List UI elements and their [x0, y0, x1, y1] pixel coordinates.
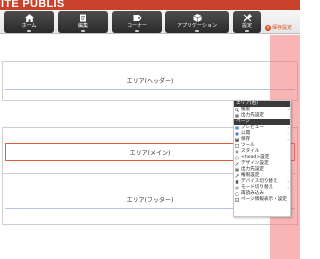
output-icon — [235, 168, 239, 172]
corner-dropdown-indicator — [135, 30, 139, 32]
menu-item-label: 出力先設定 — [241, 167, 264, 172]
application-button-label: アプリケーション — [177, 23, 217, 29]
brand-bar: ITE PUBLIS — [0, 0, 300, 10]
settings-button[interactable]: 設定 — [233, 11, 261, 33]
home-button[interactable]: ホーム — [4, 11, 54, 33]
application-dropdown-indicator — [195, 30, 199, 32]
publish-icon — [235, 132, 239, 136]
menu-item-label: モード切り替え — [241, 185, 274, 190]
header-area[interactable]: エリア(ヘッダー) — [2, 61, 298, 101]
output-icon — [235, 114, 239, 118]
permission-icon — [235, 174, 239, 178]
reload-icon — [235, 192, 239, 196]
menu-item-label: 検索 — [241, 107, 251, 112]
device-icon — [235, 180, 239, 184]
mode-icon — [235, 186, 239, 190]
home-icon — [4, 13, 54, 23]
menu-item-page-info[interactable]: ページ情報表示・設定 — [234, 197, 290, 203]
design-icon — [235, 162, 239, 166]
corner-button-label: コーナー — [126, 23, 147, 29]
edit-dropdown-indicator — [81, 30, 85, 32]
menu-item-label: プレビュー — [241, 125, 264, 130]
home-dropdown-indicator — [27, 30, 31, 32]
save-settings-label[interactable]: 保存設定 — [272, 25, 292, 31]
settings-icon — [233, 13, 261, 23]
header-area-label: エリア(ヘッダー) — [5, 72, 295, 90]
settings-dropdown-indicator — [245, 30, 249, 32]
style-icon — [235, 150, 239, 154]
corner-icon — [112, 13, 162, 23]
preview-icon — [235, 126, 239, 130]
context-menu: エリア(右) 検索 › 出力先設定 ページ プレビュー › 公開 › 保存 › … — [233, 100, 291, 217]
home-button-label: ホーム — [21, 23, 37, 29]
application-icon — [165, 13, 229, 23]
menu-item-label: 再読み込み — [241, 191, 264, 196]
menu-item-label: 出力先設定 — [241, 113, 264, 118]
menu-item-label: <head>設定 — [241, 155, 270, 160]
menu-item-label: デバイス切り替え — [241, 179, 278, 184]
info-icon — [235, 198, 239, 202]
settings-button-label: 設定 — [241, 23, 252, 29]
head-icon — [235, 156, 239, 160]
menu-item-label: 公開 — [241, 131, 251, 136]
save-icon — [235, 138, 239, 142]
menu-item-label: デザイン設定 — [241, 161, 269, 166]
menu-item-label: 保存 — [241, 137, 251, 142]
edit-icon — [58, 13, 108, 23]
menu-item-label: ツール — [241, 143, 255, 148]
menu-item-output-area[interactable]: 出力先設定 — [234, 113, 290, 119]
tool-icon — [235, 144, 239, 148]
corner-button[interactable]: コーナー — [112, 11, 162, 33]
close-icon[interactable]: × — [265, 25, 271, 31]
toolbar: ホーム 編集 コーナー アプリケーション 設定 × 保存設定 — [0, 10, 300, 34]
search-icon — [235, 108, 239, 112]
edit-button-label: 編集 — [77, 23, 88, 29]
menu-item-label: ページ情報表示・設定 — [241, 197, 287, 202]
edit-button[interactable]: 編集 — [58, 11, 108, 33]
menu-item-label: 権限設定 — [241, 173, 260, 178]
brand-logo: ITE PUBLIS — [1, 0, 65, 10]
menu-item-label: スタイル — [241, 149, 260, 154]
application-button[interactable]: アプリケーション — [165, 11, 229, 33]
